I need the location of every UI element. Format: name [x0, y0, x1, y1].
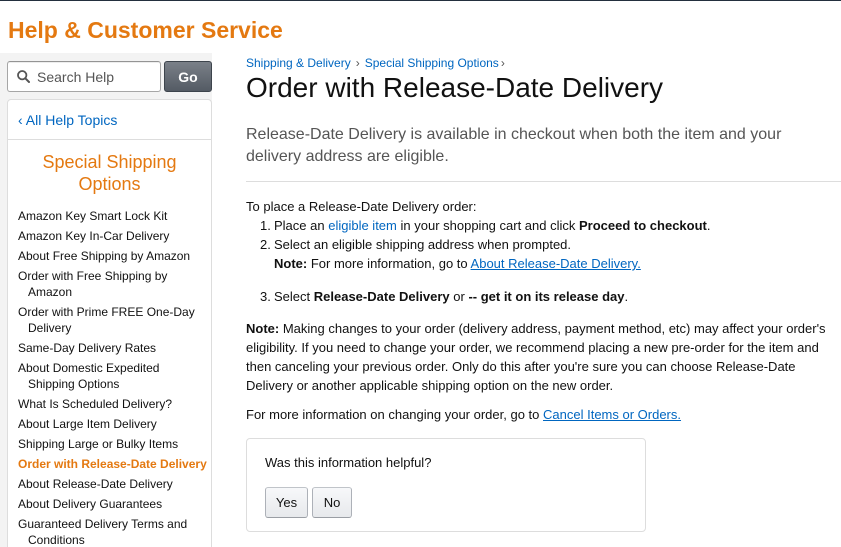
breadcrumb-separator: › [500, 56, 505, 70]
step-2-note: Note: For more information, go to About … [260, 254, 820, 273]
sidebar-item[interactable]: Guaranteed Delivery Terms and Conditions [18, 516, 208, 547]
steps-list: 1. Place an eligible item in your shoppi… [260, 216, 820, 306]
sidebar-item[interactable]: Amazon Key Smart Lock Kit [18, 208, 208, 224]
step-text: Place an [274, 218, 325, 233]
release-date-delivery-text: Release-Date Delivery [313, 289, 450, 304]
release-day-text: -- get it on its release day [468, 289, 625, 304]
step-text: or [453, 289, 465, 304]
search-input[interactable] [37, 68, 155, 85]
step-number: 2. [260, 237, 271, 252]
eligibility-note: Note: Making changes to your order (deli… [246, 319, 841, 395]
note-label: Note: [246, 321, 280, 336]
step-text: . [624, 289, 629, 304]
main-content: Shipping & Delivery › Special Shipping Opt… [212, 53, 841, 547]
search-icon [17, 70, 30, 83]
step-3: 3. Select Release-Date Delivery or -- ge… [260, 287, 820, 306]
step-text: in your shopping cart and click [400, 218, 576, 233]
sidebar-item[interactable]: About Large Item Delivery [18, 416, 208, 432]
breadcrumb-special-shipping[interactable]: Special Shipping Options [365, 56, 499, 70]
sidebar-item[interactable]: About Domestic Expedited Shipping Option… [18, 360, 208, 392]
all-help-topics-link[interactable]: ‹ All Help Topics [18, 112, 117, 128]
cancel-items-link[interactable]: Cancel Items or Orders. [543, 407, 681, 422]
feedback-box: Was this information helpful? Yes No [246, 438, 646, 532]
breadcrumb-shipping-delivery[interactable]: Shipping & Delivery [246, 56, 351, 70]
content-divider [246, 181, 841, 182]
step-3-text: Select Release-Date Delivery or -- get i… [274, 287, 628, 306]
sidebar-item[interactable]: About Release-Date Delivery [18, 476, 208, 492]
note-label: Note: [274, 256, 308, 271]
sidebar-item[interactable]: Order with Prime FREE One-Day Delivery [18, 304, 208, 336]
sidebar-item[interactable]: About Delivery Guarantees [18, 496, 208, 512]
eligible-item-link[interactable]: eligible item [328, 218, 397, 233]
note-body: Making changes to your order (delivery a… [246, 321, 826, 393]
sidebar-item[interactable]: Order with Free Shipping by Amazon [18, 268, 208, 300]
sidebar: ‹ All Help Topics Special Shipping Optio… [7, 99, 212, 547]
sidebar-item[interactable]: Same-Day Delivery Rates [18, 340, 208, 356]
site-title: Help & Customer Service [8, 17, 283, 43]
feedback-question: Was this information helpful? [265, 455, 432, 470]
feedback-no-button[interactable]: No [312, 487, 352, 518]
breadcrumb-separator: › [355, 56, 360, 70]
step-text: . [706, 218, 711, 233]
proceed-to-checkout-text: Proceed to checkout [579, 218, 707, 233]
sidebar-item[interactable]: What Is Scheduled Delivery? [18, 396, 208, 412]
sidebar-nav-list: Amazon Key Smart Lock Kit Amazon Key In-… [18, 208, 208, 547]
step-1: 1. Place an eligible item in your shoppi… [260, 216, 820, 235]
sidebar-divider [8, 139, 211, 140]
top-border [0, 0, 841, 1]
sidebar-item[interactable]: Shipping Large or Bulky Items [18, 436, 208, 452]
breadcrumb: Shipping & Delivery › Special Shipping Opt… [246, 56, 505, 70]
more-info-text: For more information on changing your or… [246, 405, 841, 424]
sidebar-item[interactable]: Amazon Key In-Car Delivery [18, 228, 208, 244]
intro-text: Release-Date Delivery is available in ch… [246, 126, 782, 165]
sidebar-item[interactable]: About Free Shipping by Amazon [18, 248, 208, 264]
more-info-label: For more information on changing your or… [246, 407, 540, 422]
sidebar-item-active[interactable]: Order with Release-Date Delivery [18, 456, 208, 472]
about-release-date-link[interactable]: About Release-Date Delivery. [471, 256, 641, 271]
step-number: 3. [260, 289, 271, 304]
steps-lead: To place a Release-Date Delivery order: [246, 199, 477, 214]
search-go-button[interactable]: Go [164, 61, 212, 92]
search-box[interactable] [7, 61, 161, 92]
page-title: Order with Release-Date Delivery [246, 72, 664, 103]
step-1-text: Place an eligible item in your shopping … [274, 216, 711, 235]
note-text: For more information, go to [310, 256, 468, 271]
step-text: Select [274, 289, 311, 304]
step-number: 1. [260, 218, 271, 233]
sidebar-heading: Special Shipping Options [42, 152, 177, 194]
feedback-yes-button[interactable]: Yes [265, 487, 308, 518]
step-2-text: Select an eligible shipping address when… [274, 237, 572, 252]
step-2: 2. Select an eligible shipping address w… [260, 235, 820, 254]
